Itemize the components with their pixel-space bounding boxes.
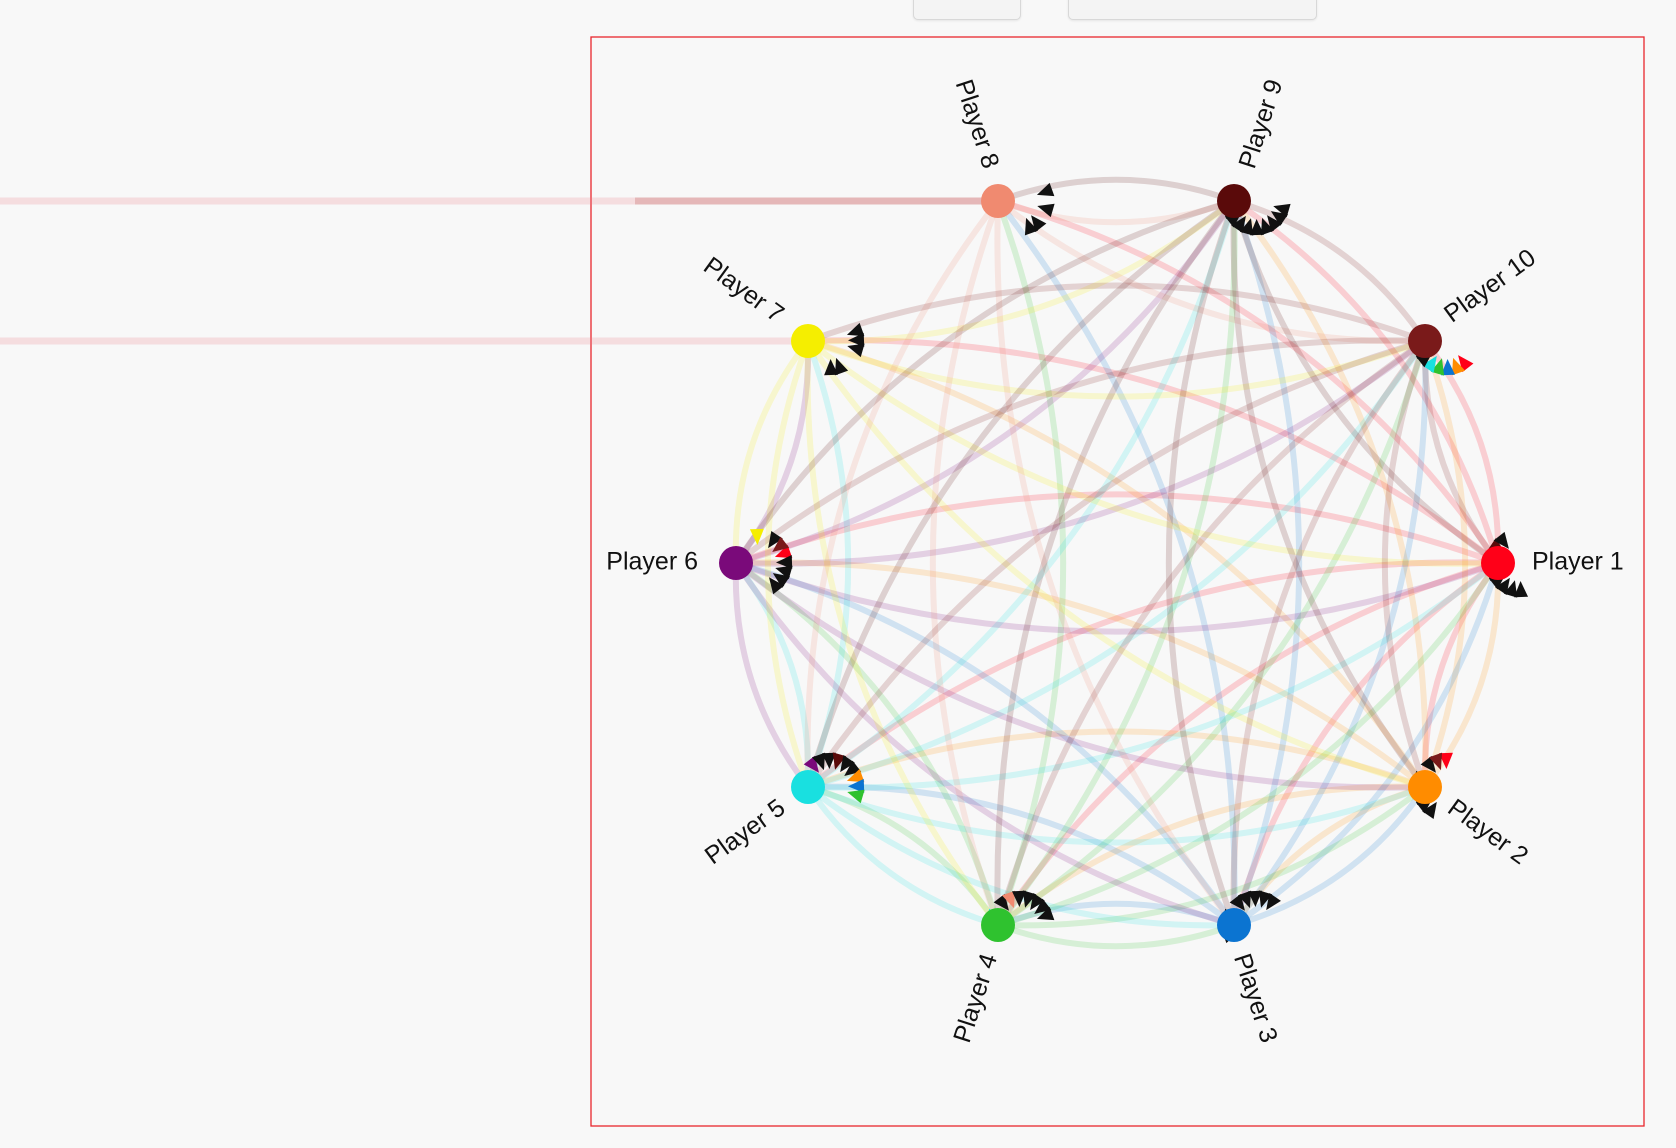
player-node[interactable]: [719, 546, 753, 580]
player-label: Player 2: [1443, 794, 1534, 871]
player-node[interactable]: [981, 184, 1015, 218]
player-label: Player 7: [698, 252, 789, 329]
graph-canvas: Player 1 Player 2 Player 3 Player 4 Player 5…: [0, 36, 1645, 1127]
player-node[interactable]: [1408, 324, 1442, 358]
player-node[interactable]: [1217, 184, 1251, 218]
player-label: Player 4: [948, 950, 1003, 1046]
player-node[interactable]: [791, 770, 825, 804]
player-node[interactable]: [1408, 770, 1442, 804]
player-node[interactable]: [791, 324, 825, 358]
edges-layer: [732, 176, 1502, 950]
graph-edge: [995, 176, 1237, 204]
player-label: Player 3: [1228, 950, 1283, 1046]
player-label: Player 6: [606, 548, 698, 576]
player-node[interactable]: [1481, 546, 1515, 580]
player-label: Player 10: [1439, 243, 1541, 328]
player-node[interactable]: [981, 908, 1015, 942]
player-label: Player 8: [950, 76, 1005, 172]
player-label: Player 1: [1532, 548, 1624, 576]
player-label: Player 5: [700, 794, 791, 871]
player-node[interactable]: [1217, 908, 1251, 942]
player-label: Player 9: [1233, 76, 1288, 172]
